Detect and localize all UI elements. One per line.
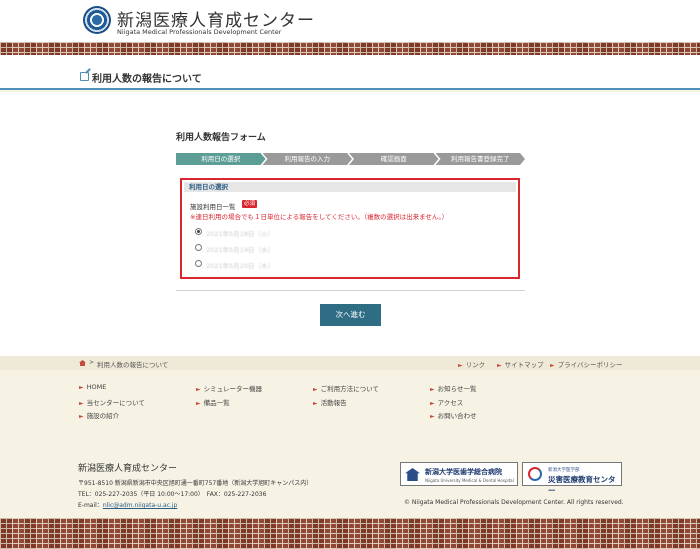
date-option-label[interactable]: 2021年5月18日（火） — [206, 228, 274, 238]
partner-name: 災害医療教育センター — [548, 475, 616, 495]
footer-link-contact[interactable]: ► お問い合わせ — [430, 410, 477, 420]
page-title: 利用人数の報告について — [92, 74, 202, 85]
arrow-icon: ► — [550, 362, 555, 369]
next-button[interactable]: 次へ進む — [320, 304, 381, 326]
footer-phone: TEL：025-227-2035（平日 10:00〜17:00） FAX：025… — [78, 491, 267, 498]
arrow-icon: ► — [458, 362, 463, 369]
footer-org-name: 新潟医療人育成センター — [78, 464, 178, 474]
arrow-icon: ► — [497, 362, 502, 369]
radio-button[interactable] — [195, 228, 202, 235]
partner-name: 新潟大学医歯学総合病院 — [425, 468, 502, 476]
date-option-label[interactable]: 2021年5月19日（水） — [206, 244, 274, 254]
footer-address: 〒951-8510 新潟県新潟市中央区旭町通一番町757番地（新潟大学旭町キャン… — [78, 480, 313, 487]
site-header: 新潟医療人育成センター Niigata Medical Professional… — [0, 0, 700, 42]
section-title: 利用日の選択 — [184, 182, 516, 192]
step-input-report: 利用報告の入力 — [263, 153, 353, 165]
home-icon[interactable] — [79, 360, 86, 366]
step-complete: 利用報告書登録完了 — [436, 153, 526, 165]
footer-link-home[interactable]: ► HOME — [79, 383, 106, 391]
edit-icon — [80, 72, 89, 81]
divider — [176, 290, 525, 291]
site-subtitle: Niigata Medical Professionals Developmen… — [117, 28, 282, 36]
partner-subtitle: Niigata University Medical & Dental Hosp… — [425, 478, 514, 483]
footer-email-line: E-mail：nlic@adm.niigata-u.ac.jp — [78, 500, 177, 509]
center-logo-icon[interactable] — [83, 6, 111, 34]
footer-link-news[interactable]: ► お知らせ一覧 — [430, 383, 477, 393]
partner-banner-disaster-center[interactable]: 新潟大学医学部 災害医療教育センター — [522, 462, 622, 495]
page-title-band: 利用人数の報告について — [0, 55, 700, 90]
footer-link-simulators[interactable]: ► シミュレーター機器 — [196, 383, 262, 393]
brick-band-bottom — [0, 518, 700, 549]
main-content: 利用人数報告フォーム 利用日の選択 利用報告の入力 確認画面 利用報告書登録完了… — [0, 92, 700, 356]
date-option-label[interactable]: 2021年5月20日（木） — [206, 260, 274, 270]
disaster-center-logo-icon — [528, 467, 542, 481]
form-heading: 利用人数報告フォーム — [176, 133, 266, 143]
radio-button[interactable] — [195, 244, 202, 251]
link-links[interactable]: ► リンク — [458, 359, 485, 369]
footer-link-facilities[interactable]: ► 施設の紹介 — [79, 410, 119, 420]
link-sitemap[interactable]: ► サイトマップ — [497, 359, 544, 369]
partner-subtitle: 新潟大学医学部 — [548, 468, 580, 473]
footer-link-activity[interactable]: ► 活動報告 — [313, 397, 347, 407]
field-label: 施設利用日一覧 — [190, 203, 236, 211]
chevron-right-icon: > — [89, 359, 95, 366]
step-indicator: 利用日の選択 利用報告の入力 確認画面 利用報告書登録完了 — [176, 153, 525, 165]
step-select-date: 利用日の選択 — [176, 153, 266, 165]
selection-note: ※連日利用の場合でも１日単位による報告をしてください。（複数の選択は出来ません。… — [190, 213, 449, 221]
footer-link-equipment[interactable]: ► 備品一覧 — [196, 397, 230, 407]
breadcrumb-current: 利用人数の報告について — [97, 361, 169, 369]
partner-banner-hospital[interactable]: 新潟大学医歯学総合病院 Niigata University Medical &… — [400, 462, 518, 486]
breadcrumb: > 利用人数の報告について ► リンク ► サイトマップ ► プライバシーポリシー — [0, 356, 700, 370]
date-selection-fieldset: 利用日の選択 施設利用日一覧 必須 ※連日利用の場合でも１日単位による報告をして… — [180, 178, 520, 279]
footer-link-about[interactable]: ► 当センターについて — [79, 397, 145, 407]
radio-button[interactable] — [195, 260, 202, 267]
step-confirm: 確認画面 — [349, 153, 439, 165]
footer-link-access[interactable]: ► アクセス — [430, 397, 463, 407]
link-privacy[interactable]: ► プライバシーポリシー — [550, 359, 623, 369]
footer-link-usage[interactable]: ► ご利用方法について — [313, 383, 379, 393]
hospital-logo-icon — [405, 468, 420, 481]
copyright: © Niigata Medical Professionals Developm… — [404, 499, 624, 506]
required-badge: 必須 — [242, 200, 258, 208]
footer-email-label: E-mail： — [78, 502, 103, 509]
brick-band-top — [0, 42, 700, 55]
footer-email-link[interactable]: nlic@adm.niigata-u.ac.jp — [103, 502, 178, 509]
